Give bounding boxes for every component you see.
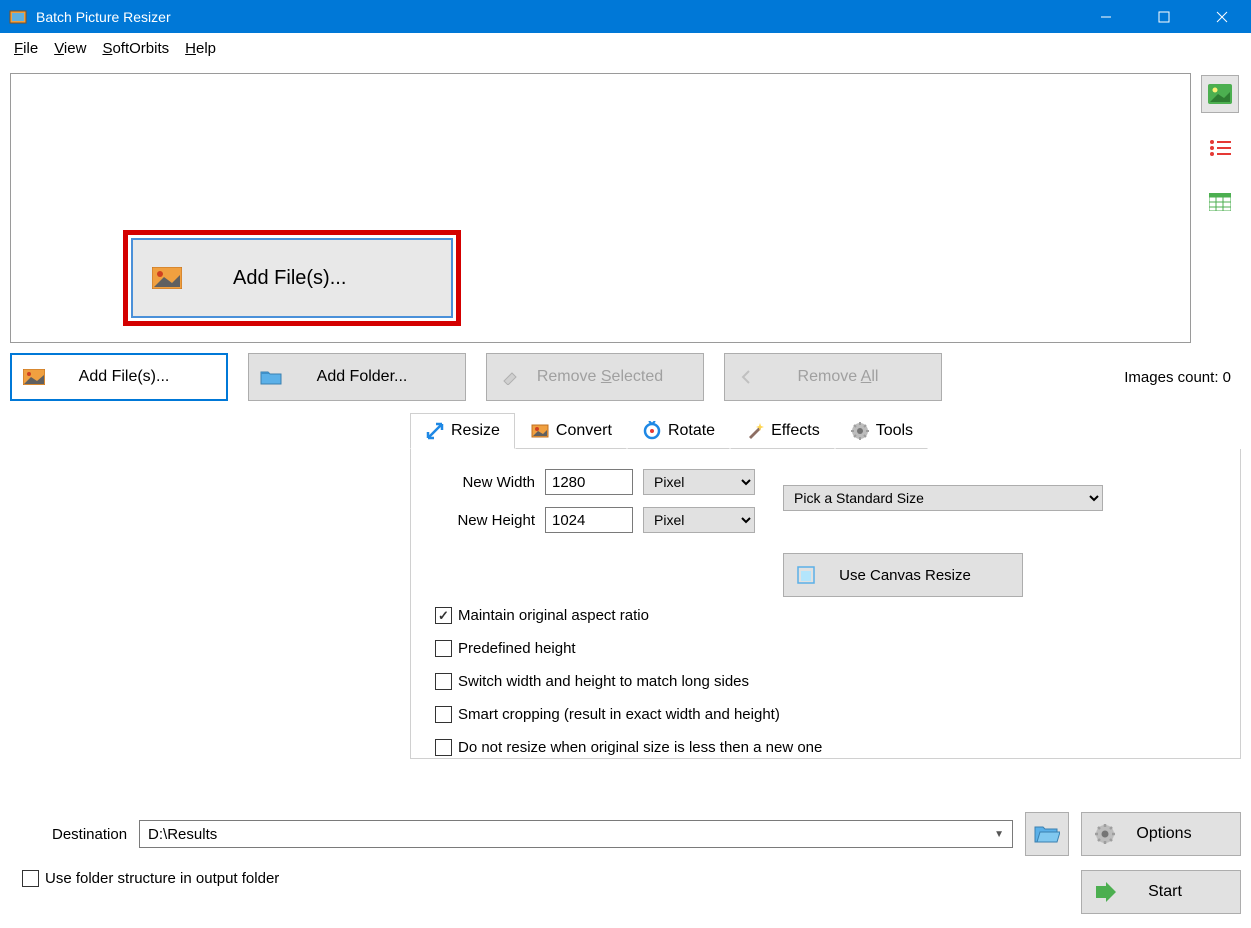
menu-view[interactable]: View	[46, 36, 94, 61]
picture-icon	[22, 369, 46, 385]
tab-convert[interactable]: Convert	[515, 413, 627, 449]
tabs: Resize Convert Rotate Effects Tools	[410, 413, 1241, 449]
use-folder-structure-check[interactable]: Use folder structure in output folder	[22, 870, 279, 887]
app-title: Batch Picture Resizer	[36, 9, 1077, 25]
remove-selected-label: Remove Selected	[521, 368, 703, 386]
window-controls	[1077, 0, 1251, 33]
use-folder-structure-label: Use folder structure in output folder	[45, 870, 279, 887]
view-thumbnails-button[interactable]	[1201, 75, 1239, 113]
destination-combo[interactable]: D:\Results ▼	[139, 820, 1013, 848]
height-unit-select[interactable]: Pixel	[643, 507, 755, 533]
add-files-button[interactable]: Add File(s)...	[10, 353, 228, 401]
standard-size-select[interactable]: Pick a Standard Size	[783, 485, 1103, 511]
tab-convert-label: Convert	[556, 422, 612, 440]
chevron-down-icon: ▼	[994, 829, 1004, 840]
maximize-button[interactable]	[1135, 0, 1193, 33]
titlebar: Batch Picture Resizer	[0, 0, 1251, 33]
picture-icon	[147, 263, 187, 293]
view-list-button[interactable]	[1201, 129, 1239, 167]
view-grid-button[interactable]	[1201, 183, 1239, 221]
tools-icon	[850, 421, 870, 441]
options-label: Options	[1116, 825, 1240, 843]
add-files-label: Add File(s)...	[46, 368, 226, 386]
smart-crop-check[interactable]: Smart cropping (result in exact width an…	[435, 706, 1216, 723]
width-unit-select[interactable]: Pixel	[643, 469, 755, 495]
gear-icon	[1094, 823, 1116, 845]
menu-file[interactable]: File	[6, 36, 46, 61]
rotate-icon	[642, 421, 662, 441]
preview-area: Add File(s)...	[10, 73, 1191, 343]
menu-softorbits[interactable]: SoftOrbits	[94, 36, 177, 61]
checkbox-icon	[435, 607, 452, 624]
maintain-aspect-label: Maintain original aspect ratio	[458, 607, 649, 624]
predefined-height-label: Predefined height	[458, 640, 576, 657]
folder-icon	[259, 369, 283, 385]
folder-open-icon	[1034, 824, 1060, 844]
convert-icon	[530, 421, 550, 441]
predefined-height-check[interactable]: Predefined height	[435, 640, 1216, 657]
destination-label: Destination	[52, 826, 127, 843]
checkbox-icon	[435, 640, 452, 657]
checkbox-icon	[435, 673, 452, 690]
eraser-icon	[497, 369, 521, 385]
checkbox-icon	[435, 739, 452, 756]
checkbox-icon	[22, 870, 39, 887]
smart-crop-label: Smart cropping (result in exact width an…	[458, 706, 780, 723]
images-count: Images count: 0	[1124, 369, 1231, 386]
remove-all-icon	[735, 369, 759, 385]
remove-all-button[interactable]: Remove All	[724, 353, 942, 401]
play-icon	[1094, 882, 1118, 902]
remove-selected-button[interactable]: Remove Selected	[486, 353, 704, 401]
add-folder-label: Add Folder...	[283, 368, 465, 386]
start-label: Start	[1118, 883, 1240, 901]
checkbox-icon	[435, 706, 452, 723]
tab-resize[interactable]: Resize	[410, 413, 515, 449]
resize-icon	[425, 421, 445, 441]
tab-tools-label: Tools	[876, 422, 913, 440]
tab-rotate[interactable]: Rotate	[627, 413, 730, 449]
switch-wh-check[interactable]: Switch width and height to match long si…	[435, 673, 1216, 690]
destination-value: D:\Results	[148, 826, 217, 843]
options-button[interactable]: Options	[1081, 812, 1241, 856]
tab-resize-label: Resize	[451, 422, 500, 440]
new-width-input[interactable]	[545, 469, 633, 495]
tab-rotate-label: Rotate	[668, 422, 715, 440]
canvas-icon	[796, 565, 816, 585]
new-width-label: New Width	[435, 474, 535, 491]
no-resize-label: Do not resize when original size is less…	[458, 739, 822, 756]
new-height-input[interactable]	[545, 507, 633, 533]
view-buttons	[1199, 73, 1241, 343]
menu-help[interactable]: Help	[177, 36, 224, 61]
canvas-resize-label: Use Canvas Resize	[816, 567, 1022, 584]
minimize-button[interactable]	[1077, 0, 1135, 33]
menubar: File View SoftOrbits Help	[0, 33, 1251, 63]
maintain-aspect-check[interactable]: Maintain original aspect ratio	[435, 607, 1216, 624]
remove-all-label: Remove All	[759, 368, 941, 386]
tab-effects-label: Effects	[771, 422, 820, 440]
tab-effects[interactable]: Effects	[730, 413, 835, 449]
add-files-large-label: Add File(s)...	[233, 267, 346, 290]
add-folder-button[interactable]: Add Folder...	[248, 353, 466, 401]
add-files-large-button[interactable]: Add File(s)...	[131, 238, 453, 318]
effects-icon	[745, 421, 765, 441]
start-button[interactable]: Start	[1081, 870, 1241, 914]
tab-tools[interactable]: Tools	[835, 413, 928, 449]
close-button[interactable]	[1193, 0, 1251, 33]
app-icon	[8, 7, 28, 27]
switch-wh-label: Switch width and height to match long si…	[458, 673, 749, 690]
highlight-add-files: Add File(s)...	[123, 230, 461, 326]
new-height-label: New Height	[435, 512, 535, 529]
resize-panel: New Width Pixel New Height Pixel Pick a …	[410, 449, 1241, 759]
browse-button[interactable]	[1025, 812, 1069, 856]
canvas-resize-button[interactable]: Use Canvas Resize	[783, 553, 1023, 597]
no-resize-check[interactable]: Do not resize when original size is less…	[435, 739, 1216, 756]
